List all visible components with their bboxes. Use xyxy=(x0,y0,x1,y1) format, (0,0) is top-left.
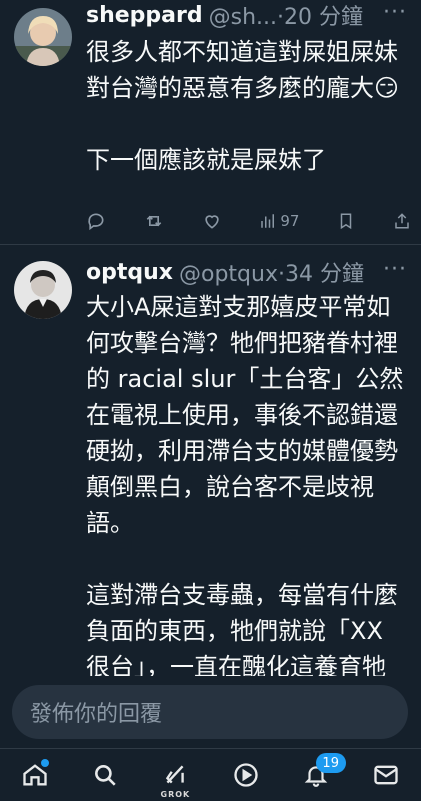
avatar[interactable] xyxy=(14,261,72,319)
tweet-paragraph: 下一個應該就是屎妹了 xyxy=(86,146,326,174)
more-options-button[interactable]: ··· xyxy=(383,0,407,25)
reply-composer: 發佈你的回覆 xyxy=(0,676,421,748)
search-icon xyxy=(95,765,116,786)
share-icon xyxy=(395,213,409,229)
more-options-button[interactable]: ··· xyxy=(383,257,407,282)
views-button[interactable]: 97 xyxy=(259,212,299,230)
tweet-optqux[interactable]: optqux @optqux·34 分鐘 ··· 大小A屎這對支那嬉皮平常如何攻… xyxy=(0,245,421,676)
nav-video[interactable] xyxy=(226,755,266,795)
bookmark-button[interactable] xyxy=(337,211,355,231)
handle-time[interactable]: @sh...·20 分鐘 xyxy=(209,0,363,31)
reply-icon xyxy=(88,213,104,231)
tweet-text: 大小A屎這對支那嬉皮平常如何攻擊台灣？牠們把豬眷村裡的 racial slur「… xyxy=(86,289,406,676)
bottom-nav: GROK 19 xyxy=(0,748,421,801)
play-icon xyxy=(233,763,258,787)
nav-notifications[interactable]: 19 xyxy=(296,753,346,795)
nav-home[interactable] xyxy=(15,755,55,795)
tweet-text: 很多人都不知道這對屎姐屎妹對台灣的惡意有多麼的龐大😏 下一個應該就是屎妹了 xyxy=(86,34,406,178)
display-name[interactable]: sheppard xyxy=(86,3,203,28)
tweet-sheppard[interactable]: sheppard @sh...·20 分鐘 ··· 很多人都不知道這對屎姐屎妹對… xyxy=(0,0,421,244)
views-count: 97 xyxy=(280,212,300,230)
notification-badge: 19 xyxy=(315,753,346,773)
grok-label: GROK xyxy=(160,790,191,799)
nav-grok[interactable]: GROK xyxy=(155,755,195,799)
tweet-paragraph: 很多人都不知道這對屎姐屎妹對台灣的惡意有多麼的龐大😏 xyxy=(86,38,400,102)
tweet-paragraph: 大小A屎這對支那嬉皮平常如何攻擊台灣？牠們把豬眷村裡的 racial slur「… xyxy=(86,293,404,537)
display-name[interactable]: optqux xyxy=(86,260,173,285)
reply-button[interactable] xyxy=(86,211,106,231)
retweet-icon xyxy=(146,215,162,227)
retweet-button[interactable] xyxy=(144,211,164,231)
share-button[interactable] xyxy=(393,211,411,231)
nav-messages[interactable] xyxy=(366,755,406,795)
tweet-header: sheppard @sh...·20 分鐘 xyxy=(86,0,363,31)
grok-icon xyxy=(166,765,185,784)
mail-icon xyxy=(374,765,398,785)
like-button[interactable] xyxy=(202,211,222,231)
bookmark-icon xyxy=(340,213,352,230)
heart-icon xyxy=(204,215,219,229)
avatar[interactable] xyxy=(14,8,72,66)
views-icon xyxy=(261,214,275,228)
tweet-paragraph: 這對滯台支毒蟲，每當有什麼負面的東西，牠們就說「XX很台」，一直在醜化這養育牠們… xyxy=(86,581,398,676)
nav-search[interactable] xyxy=(85,755,125,795)
tweet-header: optqux @optqux·34 分鐘 xyxy=(86,256,364,288)
reply-input[interactable]: 發佈你的回覆 xyxy=(12,685,408,739)
action-bar: 97 xyxy=(86,206,411,236)
handle-time[interactable]: @optqux·34 分鐘 xyxy=(179,256,364,288)
